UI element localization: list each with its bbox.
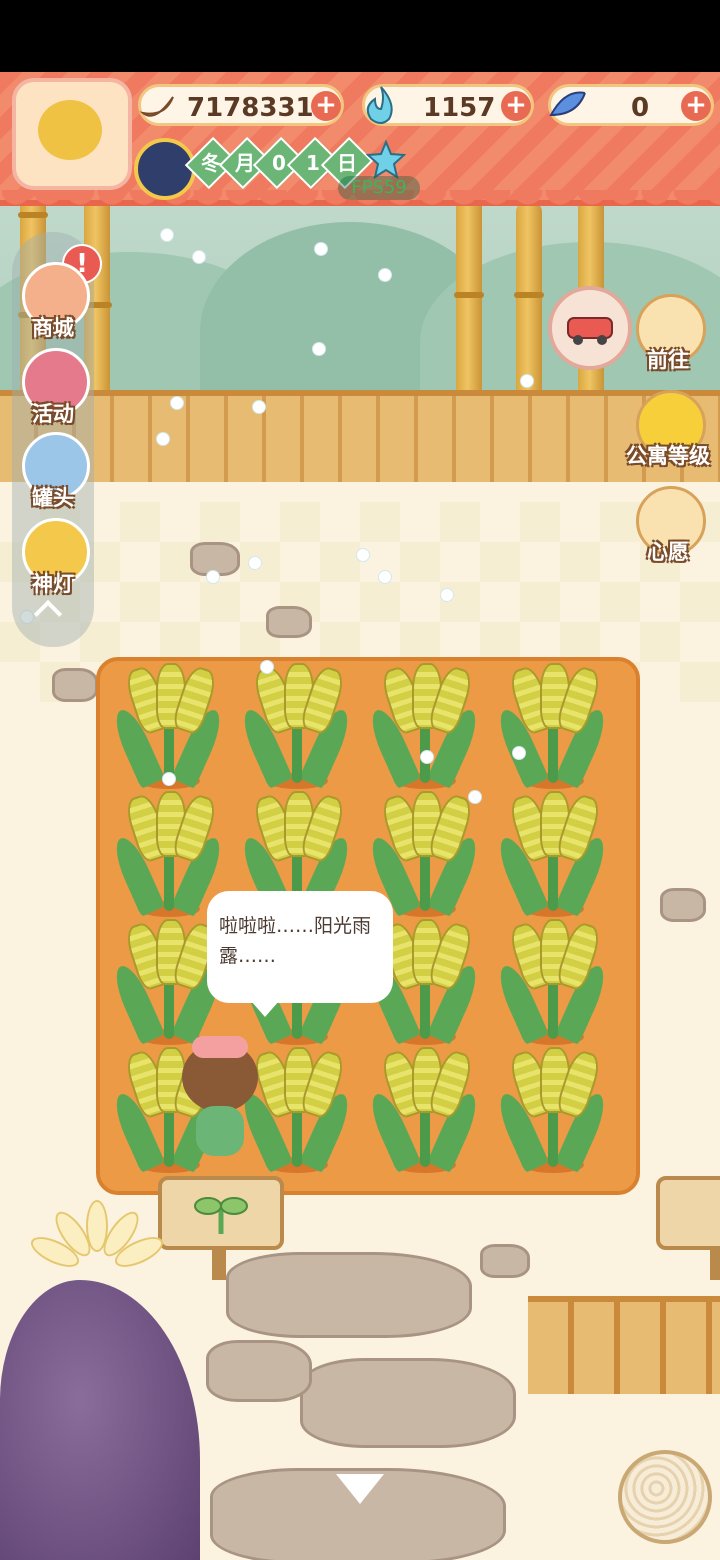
snowflake bbox=[312, 342, 326, 356]
menu-can-label: 罐头 bbox=[32, 486, 74, 510]
snowflake bbox=[468, 790, 482, 804]
banana-count: 7178331 bbox=[187, 93, 314, 123]
blue-star-icon[interactable] bbox=[366, 140, 406, 180]
fish-gem-count: 0 bbox=[631, 93, 650, 123]
front-fence bbox=[528, 1296, 720, 1394]
menu-shop-button[interactable]: 商城 bbox=[16, 262, 90, 340]
snowflake bbox=[248, 556, 262, 570]
sign-post bbox=[710, 1246, 720, 1280]
status-bar bbox=[0, 0, 720, 72]
wish-label: 心愿 bbox=[647, 540, 689, 564]
snowflake bbox=[420, 750, 434, 764]
grain-plant[interactable] bbox=[492, 919, 612, 1045]
pebble bbox=[52, 668, 98, 702]
grain-plant[interactable] bbox=[364, 663, 484, 789]
snowflake bbox=[378, 570, 392, 584]
stepping-stone bbox=[300, 1358, 516, 1448]
snowflake bbox=[170, 396, 184, 410]
grain-plant[interactable] bbox=[108, 791, 228, 917]
menu-activity-label: 活动 bbox=[32, 402, 74, 426]
goto-label: 前往 bbox=[647, 348, 689, 372]
grain-plant[interactable] bbox=[492, 663, 612, 789]
menu-lamp-label: 神灯 bbox=[32, 572, 74, 596]
sign-post bbox=[212, 1246, 226, 1280]
grain-plant[interactable] bbox=[236, 663, 356, 789]
pebble bbox=[266, 606, 312, 638]
flame-counter[interactable]: 1157 + bbox=[362, 84, 534, 126]
stepping-stone bbox=[206, 1340, 312, 1402]
pebble bbox=[660, 888, 706, 922]
snowflake bbox=[440, 588, 454, 602]
cream-flower bbox=[26, 1200, 168, 1280]
snowflake bbox=[206, 570, 220, 584]
date-season-text: 冬 bbox=[201, 151, 221, 175]
yarn-ball-button[interactable] bbox=[618, 1450, 712, 1544]
apartment-level-button[interactable]: 公寓等级 bbox=[626, 390, 710, 474]
snowflake bbox=[520, 374, 534, 388]
snowflake bbox=[260, 660, 274, 674]
banana-icon bbox=[139, 96, 174, 117]
game-screen: 啦啦啦……阳光雨露…… 7178331 + 1157 + 0 + 冬 月 0 1… bbox=[0, 0, 720, 1560]
menu-lamp-button[interactable]: 神灯 bbox=[16, 518, 90, 596]
menu-activity-button[interactable]: 活动 bbox=[16, 348, 90, 426]
pebble bbox=[480, 1244, 530, 1278]
goto-button[interactable]: 前往 bbox=[626, 294, 710, 378]
menu-can-button[interactable]: 罐头 bbox=[16, 432, 90, 510]
snowflake bbox=[162, 772, 176, 786]
date-digit-1-text: 0 bbox=[272, 150, 286, 175]
snowflake bbox=[192, 250, 206, 264]
farmer-character[interactable] bbox=[168, 1030, 272, 1160]
snowflake bbox=[356, 548, 370, 562]
date-digit-2-text: 1 bbox=[306, 150, 320, 175]
speech-text: 啦啦啦……阳光雨露…… bbox=[219, 915, 372, 967]
character-body bbox=[196, 1106, 244, 1156]
fish-gem-counter[interactable]: 0 + bbox=[548, 84, 714, 126]
add-bananas-button[interactable]: + bbox=[311, 91, 341, 121]
scroll-down-arrow[interactable] bbox=[336, 1474, 384, 1504]
character-hat bbox=[192, 1036, 248, 1058]
player-avatar[interactable] bbox=[12, 78, 132, 190]
add-fish-gem-button[interactable]: + bbox=[681, 91, 711, 121]
grain-plant[interactable] bbox=[492, 791, 612, 917]
snowflake bbox=[378, 268, 392, 282]
snowflake bbox=[160, 228, 174, 242]
snowflake bbox=[252, 400, 266, 414]
grain-plant[interactable] bbox=[108, 663, 228, 789]
blue-flame-icon bbox=[366, 86, 393, 124]
stepping-stone bbox=[226, 1252, 472, 1338]
sprout-icon bbox=[194, 1197, 248, 1234]
grain-plant[interactable] bbox=[492, 1047, 612, 1173]
menu-shop-label: 商城 bbox=[32, 316, 74, 340]
date-month-text: 月 bbox=[235, 151, 255, 175]
sprout-sign-right[interactable] bbox=[656, 1176, 720, 1280]
season-clock-icon[interactable] bbox=[134, 138, 196, 200]
speech-bubble: 啦啦啦……阳光雨露…… bbox=[207, 891, 393, 1017]
snowflake bbox=[156, 432, 170, 446]
fps-counter: FPS59 bbox=[338, 176, 420, 200]
sprout-sign[interactable] bbox=[158, 1176, 284, 1280]
flame-count: 1157 bbox=[423, 93, 496, 123]
apartment-level-label: 公寓等级 bbox=[626, 444, 710, 468]
snowflake bbox=[512, 746, 526, 760]
avatar-face bbox=[38, 100, 102, 160]
grain-plant[interactable] bbox=[364, 1047, 484, 1173]
add-flame-button[interactable]: + bbox=[501, 91, 531, 121]
wish-button[interactable]: 心愿 bbox=[626, 486, 710, 570]
snowflake bbox=[314, 242, 328, 256]
blue-fish-icon bbox=[549, 91, 587, 117]
banana-counter[interactable]: 7178331 + bbox=[138, 84, 344, 126]
